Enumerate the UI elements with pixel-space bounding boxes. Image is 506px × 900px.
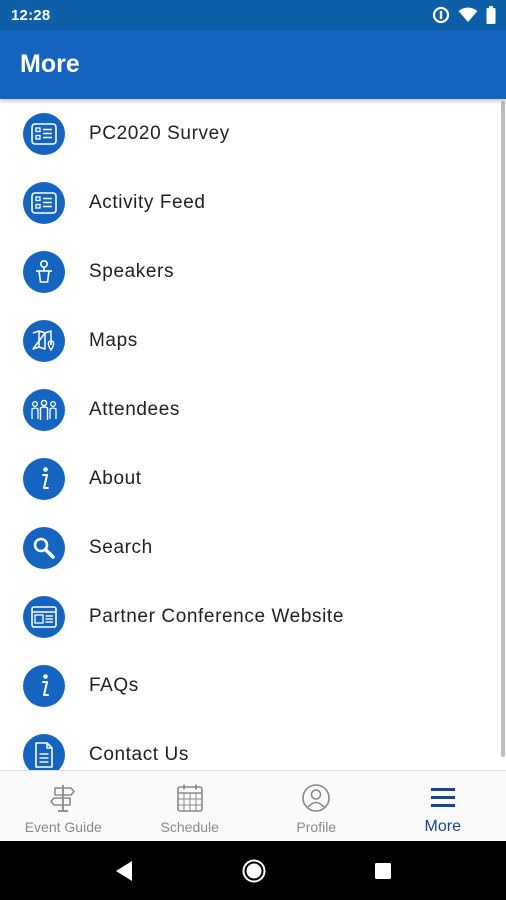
home-icon[interactable] [242,859,266,883]
info-icon [23,457,65,500]
map-pin-icon [23,319,65,362]
app-bar: More [0,30,506,99]
menu-item-label: FAQs [89,674,139,696]
menu-item-label: PC2020 Survey [89,122,230,144]
menu-item-pc2020-survey[interactable]: PC2020 Survey [0,99,500,168]
menu-item-label: Search [89,536,153,558]
menu-item-contact-us[interactable]: Contact Us [0,720,500,770]
recents-icon[interactable] [374,862,392,880]
system-nav-bar [0,841,506,900]
menu-item-maps[interactable]: Maps [0,306,500,375]
menu-item-attendees[interactable]: Attendees [0,375,500,444]
tab-profile[interactable]: Profile [253,771,380,841]
menu-item-search[interactable]: Search [0,513,500,582]
status-time: 12:28 [11,6,51,24]
tab-label: More [424,818,461,835]
speaker-podium-icon [23,250,65,293]
people-icon [23,388,65,431]
menu-item-about[interactable]: About [0,444,500,513]
bottom-nav: Event Guide Schedule Profile More [0,770,506,841]
menu-item-label: Contact Us [89,743,189,765]
menu-item-faqs[interactable]: FAQs [0,651,500,720]
menu-item-label: Partner Conference Website [89,605,344,627]
tab-label: Profile [296,819,337,835]
info-icon [23,664,65,707]
calendar-icon [176,783,204,813]
tab-more[interactable]: More [380,771,506,841]
menu-item-partner-conference-website[interactable]: Partner Conference Website [0,582,500,651]
back-icon[interactable] [114,860,134,882]
wifi-icon [458,7,478,23]
menu-item-label: Activity Feed [89,191,206,213]
status-bar: 12:28 [0,0,506,30]
user-circle-icon [301,783,331,813]
battery-icon [486,6,496,24]
menu-item-label: Speakers [89,260,175,282]
menu-item-activity-feed[interactable]: Activity Feed [0,168,500,237]
list-icon [23,112,65,155]
tab-label: Schedule [160,819,219,835]
browser-window-icon [23,595,65,638]
menu-item-speakers[interactable]: Speakers [0,237,500,306]
status-icons [432,6,496,24]
menu-item-label: Maps [89,329,138,351]
tab-label: Event Guide [24,819,102,835]
menu-item-label: Attendees [89,398,180,420]
list-icon [23,181,65,224]
menu-item-label: About [89,467,142,489]
tab-event-guide[interactable]: Event Guide [0,771,127,841]
search-icon [23,526,65,569]
page-title: More [20,50,80,78]
tab-schedule[interactable]: Schedule [127,771,254,841]
scrollbar[interactable] [501,101,505,757]
signpost-icon [49,783,77,813]
data-saver-icon [432,6,450,24]
menu-list[interactable]: PC2020 Survey Activity Feed Speakers Map… [0,99,506,770]
document-icon [23,733,65,770]
hamburger-menu-icon [429,783,457,813]
